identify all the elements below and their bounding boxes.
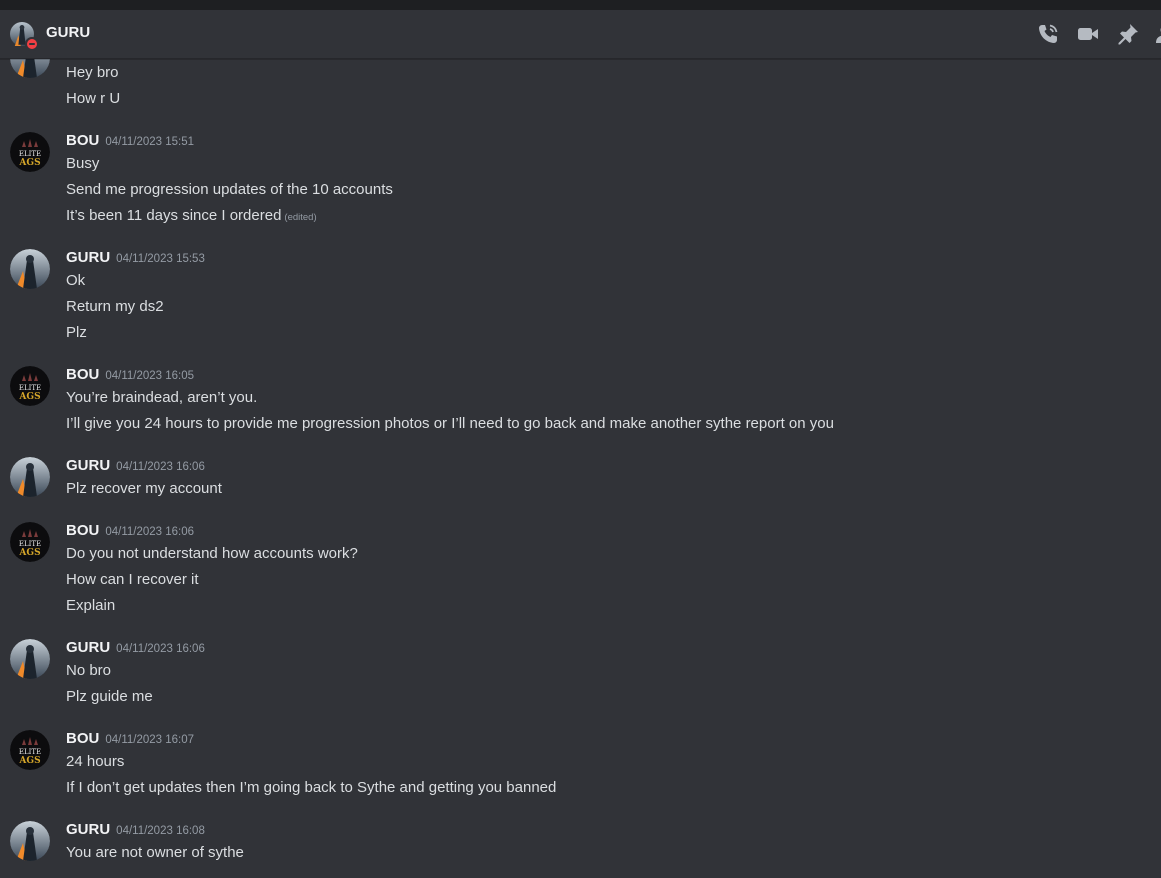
window-top-strip [0, 0, 1161, 10]
member-list-icon[interactable] [1156, 22, 1161, 46]
bou-avatar-text-top: ELITE [19, 748, 41, 756]
message-text: Hey bro [66, 64, 119, 81]
message-text: Plz guide me [66, 688, 153, 705]
phone-call-icon[interactable] [1036, 22, 1060, 46]
message-text: Ok [66, 272, 86, 289]
username[interactable]: BOU [66, 522, 99, 539]
message-text: Explain [66, 597, 116, 614]
avatar-guru[interactable] [10, 457, 50, 497]
message-text: Plz [66, 324, 87, 341]
timestamp: 04/11/2023 16:05 [105, 370, 195, 382]
bou-avatar-text-bottom: AGS [18, 756, 40, 766]
message-header: GURU 04/11/2023 15:53 [66, 249, 205, 267]
username[interactable]: GURU [66, 639, 110, 656]
message-text: 24 hours [66, 753, 125, 770]
message-header: GURU 04/11/2023 16:06 [66, 639, 205, 657]
message-text: Send me progression updates of the 10 ac… [66, 181, 393, 198]
bou-avatar-image: ELITE AGS [10, 132, 50, 172]
message-text: Do you not understand how accounts work? [66, 545, 358, 562]
timestamp: 04/11/2023 15:53 [116, 253, 205, 265]
guru-avatar-image [10, 249, 50, 289]
timestamp: 04/11/2023 16:06 [116, 461, 205, 473]
video-icon[interactable] [1076, 22, 1100, 46]
message-text: You are not owner of sythe [66, 844, 244, 861]
message-header: BOU 04/11/2023 16:07 [66, 730, 194, 748]
message-text: I’ll give you 24 hours to provide me pro… [66, 415, 834, 432]
avatar-bou[interactable]: ELITE AGS [10, 730, 50, 770]
message-text: How r U [66, 90, 121, 107]
timestamp: 04/11/2023 16:06 [116, 643, 205, 655]
username[interactable]: GURU [66, 821, 110, 838]
guru-avatar-image [10, 821, 50, 861]
avatar-guru[interactable] [10, 59, 50, 78]
edited-label: (edited) [284, 212, 317, 223]
username[interactable]: BOU [66, 730, 99, 747]
bou-avatar-text-top: ELITE [19, 150, 41, 158]
message-header: GURU 04/11/2023 16:08 [66, 821, 205, 839]
message-text: How can I recover it [66, 571, 199, 588]
message-text: No bro [66, 662, 112, 679]
avatar-bou[interactable]: ELITE AGS [10, 522, 50, 562]
message-text: Return my ds2 [66, 298, 164, 315]
channel-header: GURU [0, 10, 1161, 59]
message-text: Plz recover my account [66, 480, 222, 497]
message-text: Busy [66, 155, 100, 172]
bou-avatar-text-top: ELITE [19, 384, 41, 392]
message-header: BOU 04/11/2023 16:05 [66, 366, 194, 384]
avatar-bou[interactable]: ELITE AGS [10, 366, 50, 406]
username[interactable]: BOU [66, 132, 99, 149]
bou-avatar-text-bottom: AGS [18, 392, 40, 402]
timestamp: 04/11/2023 16:08 [116, 825, 205, 837]
avatar-bou[interactable]: ELITE AGS [10, 132, 50, 172]
message-list[interactable]: Hey bro How r U ELITE AGS BOU 04/11/2023 … [0, 59, 1161, 878]
message-header: BOU 04/11/2023 15:51 [66, 132, 194, 150]
avatar-guru[interactable] [10, 821, 50, 861]
bou-avatar-image: ELITE AGS [10, 522, 50, 562]
bou-avatar-text-top: ELITE [19, 540, 41, 548]
bou-avatar-text-bottom: AGS [18, 158, 40, 168]
pin-icon[interactable] [1116, 22, 1140, 46]
message-text: You’re braindead, aren’t you. [66, 389, 258, 406]
timestamp: 04/11/2023 16:07 [105, 734, 195, 746]
message-header: GURU 04/11/2023 16:06 [66, 457, 205, 475]
bou-avatar-image: ELITE AGS [10, 730, 50, 770]
dnd-status-icon [25, 37, 39, 51]
timestamp: 04/11/2023 15:51 [105, 136, 195, 148]
guru-avatar-image [10, 457, 50, 497]
message-text-edited: It’s been 11 days since I ordered (edited… [66, 207, 317, 224]
guru-avatar-image [10, 639, 50, 679]
timestamp: 04/11/2023 16:06 [105, 526, 195, 538]
username[interactable]: GURU [66, 457, 110, 474]
bou-avatar-image: ELITE AGS [10, 366, 50, 406]
username[interactable]: BOU [66, 366, 99, 383]
header-toolbar [1011, 22, 1161, 46]
channel-title: GURU [46, 24, 91, 41]
guru-avatar-image [10, 59, 50, 78]
bou-avatar-text-bottom: AGS [18, 548, 40, 558]
message-text: It’s been 11 days since I ordered [66, 207, 282, 224]
message-header: BOU 04/11/2023 16:06 [66, 522, 194, 540]
message-text: If I don’t get updates then I’m going ba… [66, 779, 557, 796]
username[interactable]: GURU [66, 249, 110, 266]
avatar-guru[interactable] [10, 639, 50, 679]
avatar-guru[interactable] [10, 249, 50, 289]
